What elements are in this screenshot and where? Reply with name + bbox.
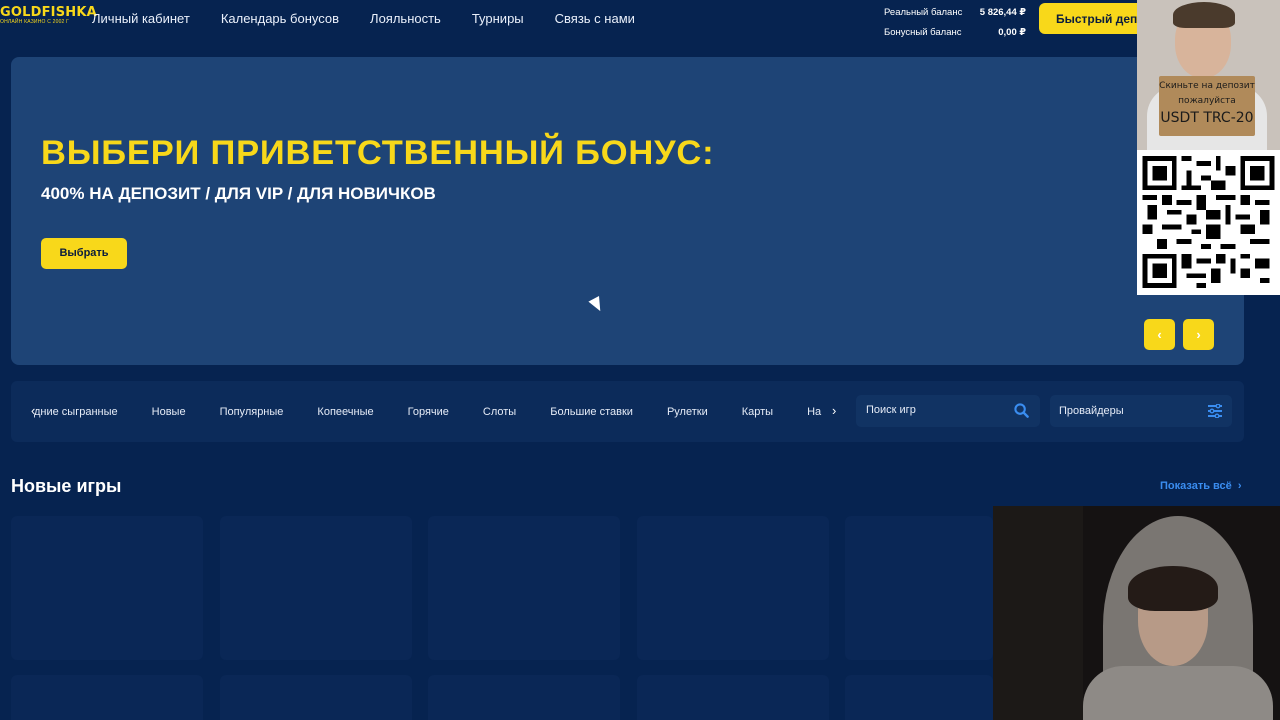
- banner-title: ВЫБЕРИ ПРИВЕТСТВЕННЫЙ БОНУС:: [41, 134, 715, 172]
- category-bar: ‹ дние сыгранные Новые Популярные Копееч…: [11, 381, 1244, 442]
- game-card-placeholder[interactable]: [845, 516, 993, 660]
- show-all-link[interactable]: Показать всё ›: [1160, 480, 1242, 492]
- real-balance: Реальный баланс 5 826,44 ₽: [884, 2, 1026, 22]
- bonus-balance-label: Бонусный баланс: [884, 26, 962, 38]
- category-next-arrow[interactable]: ›: [832, 403, 836, 418]
- providers-select[interactable]: Провайдеры: [1050, 395, 1232, 427]
- category-cards[interactable]: Карты: [742, 406, 773, 418]
- category-penny[interactable]: Копеечные: [317, 406, 373, 418]
- nav-item-loyalty[interactable]: Лояльность: [370, 11, 441, 26]
- show-all-label: Показать всё: [1160, 480, 1232, 492]
- qr-code-icon: [1142, 156, 1275, 288]
- game-card-placeholder[interactable]: [637, 675, 829, 720]
- category-hot[interactable]: Горячие: [408, 406, 449, 418]
- balances: Реальный баланс 5 826,44 ₽ Бонусный бала…: [884, 2, 1026, 42]
- game-card-placeholder[interactable]: [637, 516, 829, 660]
- nav-item-tournaments[interactable]: Турниры: [472, 11, 524, 26]
- sign-line-1: Скиньте на депозит: [1159, 81, 1255, 91]
- banner-subtitle: 400% НА ДЕПОЗИТ / ДЛЯ VIP / ДЛЯ НОВИЧКОВ: [41, 184, 436, 203]
- webcam-dark-background: [993, 506, 1083, 720]
- chevron-left-icon: ‹: [1157, 327, 1162, 342]
- banner-prev-button[interactable]: ‹: [1144, 319, 1175, 350]
- game-card-placeholder[interactable]: [428, 516, 620, 660]
- streamer-hair: [1128, 566, 1218, 611]
- category-high-stakes[interactable]: Большие ставки: [550, 406, 633, 418]
- game-card-placeholder[interactable]: [220, 516, 412, 660]
- site-header: GOLDFISHKA ОНЛАЙН КАЗИНО С 2002 Г Личный…: [0, 0, 1280, 40]
- category-scroller: дние сыгранные Новые Популярные Копеечны…: [31, 381, 845, 442]
- category-popular[interactable]: Популярные: [220, 406, 284, 418]
- promo-banner: ВЫБЕРИ ПРИВЕТСТВЕННЫЙ БОНУС: 400% НА ДЕП…: [11, 57, 1244, 365]
- choose-bonus-button[interactable]: Выбрать: [41, 238, 127, 269]
- filter-icon[interactable]: [1207, 404, 1223, 418]
- category-more[interactable]: На: [807, 406, 821, 418]
- game-card-placeholder[interactable]: [11, 675, 203, 720]
- category-new[interactable]: Новые: [152, 406, 186, 418]
- streamer-hair: [1173, 2, 1235, 28]
- game-card-placeholder[interactable]: [220, 675, 412, 720]
- nav-item-bonus-calendar[interactable]: Календарь бонусов: [221, 11, 339, 26]
- sign-line-3: USDT TRC-20: [1160, 110, 1254, 126]
- chevron-right-icon: ›: [1196, 327, 1201, 342]
- banner-next-button[interactable]: ›: [1183, 319, 1214, 350]
- logo[interactable]: GOLDFISHKA ОНЛАЙН КАЗИНО С 2002 Г: [0, 5, 97, 26]
- logo-text: GOLDFISHKA: [0, 5, 97, 20]
- webcam-overlay-top: Скиньте на депозит пожалуйста USDT TRC-2…: [1137, 0, 1280, 150]
- game-search: [856, 395, 1040, 427]
- streamer-body: [1083, 666, 1273, 720]
- nav-item-account[interactable]: Личный кабинет: [92, 11, 190, 26]
- cardboard-sign: Скиньте на депозит пожалуйста USDT TRC-2…: [1159, 76, 1255, 136]
- chevron-right-icon: ›: [1234, 480, 1242, 492]
- main-nav: Личный кабинет Календарь бонусов Лояльно…: [92, 11, 635, 26]
- search-input[interactable]: [866, 404, 1006, 416]
- category-roulette[interactable]: Рулетки: [667, 406, 708, 418]
- game-card-placeholder[interactable]: [428, 675, 620, 720]
- game-card-placeholder[interactable]: [11, 516, 203, 660]
- search-icon[interactable]: [1014, 403, 1029, 418]
- nav-item-contact[interactable]: Связь с нами: [555, 11, 635, 26]
- category-list: дние сыгранные Новые Популярные Копеечны…: [34, 406, 821, 418]
- category-slots[interactable]: Слоты: [483, 406, 516, 418]
- bonus-balance-value: 0,00 ₽: [998, 26, 1026, 38]
- providers-label: Провайдеры: [1059, 405, 1124, 417]
- real-balance-label: Реальный баланс: [884, 6, 963, 18]
- bonus-balance: Бонусный баланс 0,00 ₽: [884, 22, 1026, 42]
- real-balance-value: 5 826,44 ₽: [979, 6, 1026, 18]
- category-recent[interactable]: дние сыгранные: [34, 406, 118, 418]
- sign-line-2: пожалуйста: [1178, 96, 1236, 106]
- webcam-overlay-bottom: [993, 506, 1280, 720]
- qr-code-overlay: [1137, 150, 1280, 295]
- game-card-placeholder[interactable]: [845, 675, 993, 720]
- logo-tagline: ОНЛАЙН КАЗИНО С 2002 Г: [0, 19, 70, 25]
- new-games-title: Новые игры: [11, 476, 122, 496]
